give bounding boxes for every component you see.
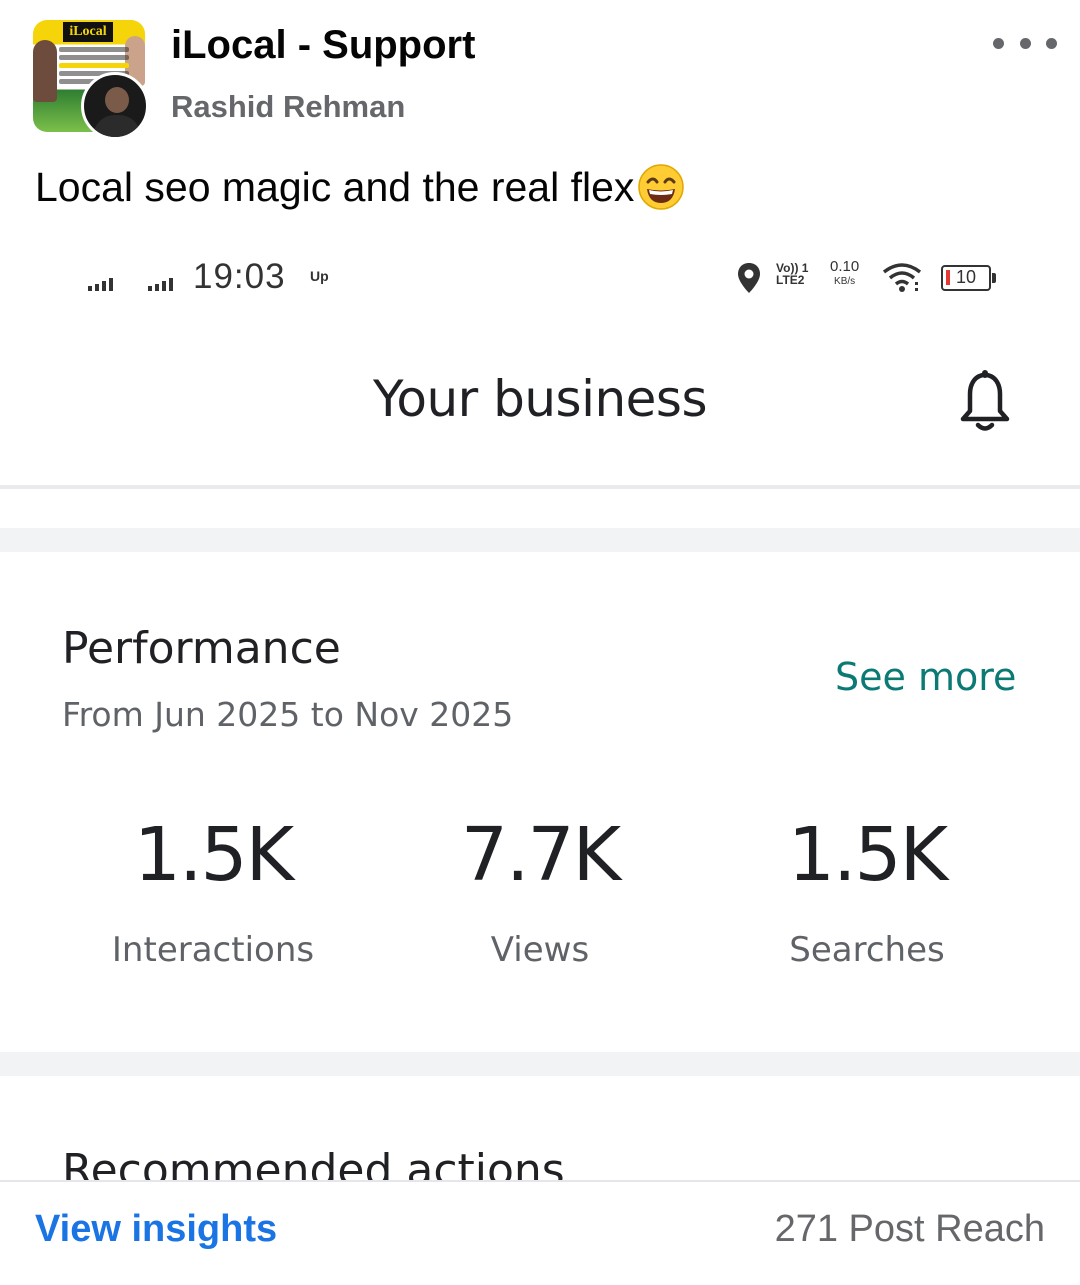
metric-label: Views (490, 930, 590, 970)
volte-indicator: Vo)) 1 LTE2 (776, 261, 809, 287)
post-footer: View insights 271 Post Reach (0, 1180, 1080, 1285)
page-avatar[interactable]: iLocal (33, 20, 149, 140)
metric-value: 1.5K (787, 812, 948, 898)
post-header: iLocal iLocal - Support Rashid Rehman (0, 0, 1080, 150)
performance-date-range: From Jun 2025 to Nov 2025 (62, 695, 514, 734)
wifi-icon (882, 263, 922, 292)
post-text-content: Local seo magic and the real flex (35, 163, 635, 210)
view-insights-link[interactable]: View insights (35, 1208, 277, 1251)
author-name[interactable]: Rashid Rehman (171, 89, 405, 125)
metric-label: Interactions (111, 930, 315, 970)
author-avatar[interactable] (81, 72, 149, 140)
metric-value: 7.7K (460, 812, 621, 898)
recommended-actions-title: Recommended actions (62, 1145, 565, 1180)
metric-searches[interactable]: 1.5K Searches (702, 810, 1032, 970)
performance-title: Performance (62, 623, 341, 674)
page-name[interactable]: iLocal - Support (171, 23, 475, 68)
post-image[interactable]: 19:03 Up Vo)) 1 LTE2 0.10 KB/s 10 Your b… (0, 235, 1080, 1180)
post-reach-count: 271 Post Reach (774, 1208, 1045, 1250)
see-more-link[interactable]: See more (835, 655, 1016, 699)
metric-label: Searches (789, 930, 945, 970)
app-bar-title: Your business (372, 370, 708, 428)
status-time: 19:03 (193, 257, 286, 296)
section-divider (0, 528, 1080, 552)
metric-views[interactable]: 7.7K Views (375, 810, 705, 970)
divider (0, 485, 1080, 489)
network-speed: 0.10 KB/s (830, 258, 860, 287)
metric-interactions[interactable]: 1.5K Interactions (48, 810, 378, 970)
battery-icon: 10 (941, 265, 996, 291)
status-up-indicator: Up (310, 268, 329, 284)
status-bar: 19:03 Up Vo)) 1 LTE2 0.10 KB/s 10 (0, 235, 1080, 325)
post-text: Local seo magic and the real flex (35, 162, 686, 212)
metric-value: 1.5K (133, 812, 294, 898)
signal-icon (88, 277, 113, 291)
grinning-squinting-face-icon (638, 164, 685, 210)
more-options-icon[interactable] (993, 28, 1057, 58)
section-divider (0, 1052, 1080, 1076)
location-pin-icon (738, 263, 760, 293)
bell-icon[interactable] (958, 369, 1012, 433)
avatar-brand-logo: iLocal (63, 22, 113, 42)
signal-icon (148, 277, 173, 291)
